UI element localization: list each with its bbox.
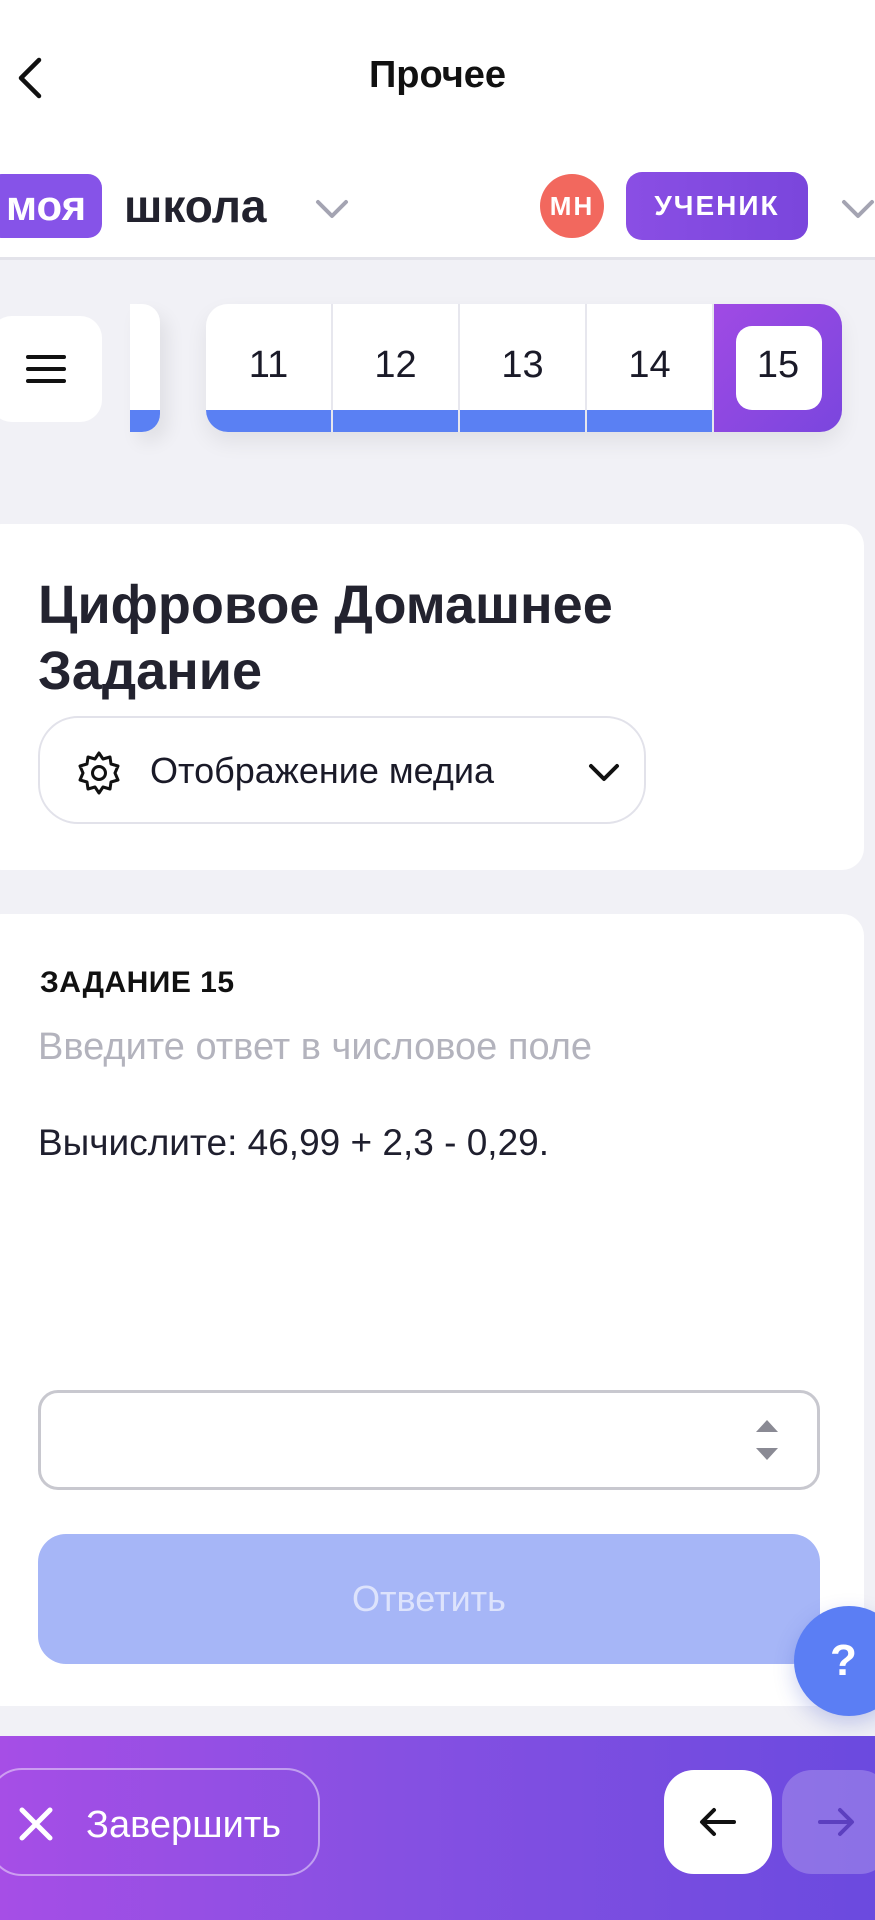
- task-hint: Введите ответ в числовое поле: [38, 1026, 593, 1068]
- task-heading: ЗАДАНИЕ 15: [40, 966, 235, 999]
- finish-label: Завершить: [86, 1804, 282, 1846]
- task-tab-number: 11: [248, 344, 289, 386]
- answer-number-input[interactable]: [38, 1390, 820, 1490]
- task-number-strip: 11 12 13 14 15: [206, 304, 842, 432]
- brand-bar: моя школа МН УЧЕНИК: [0, 140, 875, 260]
- chevron-down-icon[interactable]: [838, 192, 875, 228]
- submit-answer-button[interactable]: Ответить: [38, 1534, 820, 1664]
- next-task-button[interactable]: [782, 1770, 875, 1874]
- chevron-down-icon[interactable]: [312, 192, 352, 228]
- task-menu-button[interactable]: [0, 316, 102, 422]
- close-icon: [19, 1807, 53, 1841]
- task-card: ЗАДАНИЕ 15 Введите ответ в числовое поле…: [0, 914, 864, 1706]
- task-tab-number: 15: [756, 344, 800, 386]
- user-avatar[interactable]: МН: [540, 174, 604, 238]
- number-spinner-icon[interactable]: [752, 1414, 782, 1466]
- previous-task-button[interactable]: [664, 1770, 772, 1874]
- page-title: Прочее: [368, 54, 507, 96]
- top-navigation-bar: Прочее: [0, 0, 875, 140]
- task-done-indicator: [333, 410, 458, 432]
- media-display-label: Отображение медиа: [150, 750, 495, 791]
- homework-header-card: Цифровое Домашнее Задание Отображение ме…: [0, 524, 864, 870]
- task-done-indicator: [460, 410, 585, 432]
- role-badge[interactable]: УЧЕНИК: [626, 172, 808, 240]
- task-tab-11[interactable]: 11: [206, 304, 333, 432]
- task-done-indicator: [587, 410, 712, 432]
- previous-tasks-stub[interactable]: [130, 304, 160, 432]
- arrow-left-icon: [700, 1808, 736, 1836]
- task-tab-number: 12: [374, 344, 417, 386]
- brand-logo-pill: моя: [0, 174, 103, 238]
- gear-icon: [78, 751, 120, 795]
- arrow-right-icon: [818, 1808, 854, 1836]
- task-tab-14[interactable]: 14: [587, 304, 714, 432]
- task-tab-number: 14: [628, 344, 671, 386]
- brand-logo-text: школа: [124, 180, 267, 232]
- task-tab-number: 13: [501, 344, 544, 386]
- bottom-action-bar: Завершить: [0, 1736, 875, 1920]
- task-tab-12[interactable]: 12: [333, 304, 460, 432]
- homework-title: Цифровое Домашнее Задание: [38, 575, 613, 701]
- media-display-dropdown[interactable]: Отображение медиа: [38, 716, 646, 824]
- task-question: Вычислите: 46,99 + 2,3 - 0,29.: [38, 1122, 550, 1163]
- task-done-indicator: [206, 410, 331, 432]
- chevron-down-icon: [589, 764, 619, 781]
- finish-button[interactable]: Завершить: [0, 1768, 320, 1876]
- task-tab-13[interactable]: 13: [460, 304, 587, 432]
- hamburger-icon: [26, 355, 66, 383]
- task-tab-15-active[interactable]: 15: [714, 304, 842, 432]
